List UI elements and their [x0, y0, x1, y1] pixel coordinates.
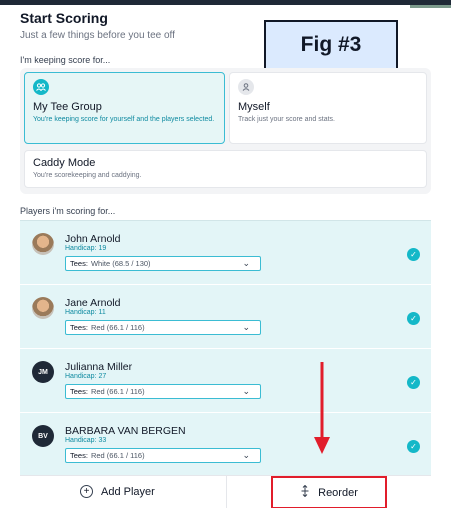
player-row[interactable]: Jane Arnold Handicap: 11 Tees: Red (66.1… — [20, 285, 431, 349]
page-subtitle: Just a few things before you tee off — [20, 30, 175, 41]
keeping-score-label: I'm keeping score for... — [20, 55, 111, 65]
player-name: Julianna Miller — [65, 361, 133, 373]
player-name: Jane Arnold — [65, 297, 121, 309]
mode-card-caddy-mode[interactable]: Caddy Mode You're scorekeeping and caddy… — [24, 150, 427, 188]
chevron-down-icon: ⌄ — [242, 258, 250, 268]
players-list: John Arnold Handicap: 19 Tees: White (68… — [20, 220, 431, 475]
player-handicap: Handicap: 19 — [65, 245, 107, 252]
player-row[interactable]: John Arnold Handicap: 19 Tees: White (68… — [20, 221, 431, 285]
player-handicap: Handicap: 33 — [65, 437, 107, 444]
check-icon[interactable]: ✓ — [407, 440, 420, 453]
tees-select[interactable]: Tees: Red (66.1 / 116) ⌄ — [65, 320, 261, 335]
tees-key: Tees: — [70, 323, 88, 332]
mode-title: Caddy Mode — [33, 157, 96, 169]
scoring-mode-panel: My Tee Group You're keeping score for yo… — [20, 68, 431, 194]
mode-card-my-tee-group[interactable]: My Tee Group You're keeping score for yo… — [24, 72, 225, 144]
reorder-button[interactable]: Reorder — [271, 476, 387, 508]
top-border — [0, 0, 451, 5]
player-name: John Arnold — [65, 233, 121, 245]
figure-annotation-label: Fig #3 — [264, 20, 398, 70]
chevron-down-icon: ⌄ — [242, 322, 250, 332]
plus-circle-icon: + — [80, 485, 93, 498]
avatar: BV — [32, 425, 54, 447]
add-player-label: Add Player — [101, 485, 155, 498]
page-title: Start Scoring — [20, 10, 108, 26]
tees-select[interactable]: Tees: White (68.5 / 130) ⌄ — [65, 256, 261, 271]
tees-value: Red (66.1 / 116) — [90, 387, 145, 396]
player-row[interactable]: JM Julianna Miller Handicap: 27 Tees: Re… — [20, 349, 431, 413]
person-icon — [238, 79, 254, 95]
mode-description: You're keeping score for yourself and th… — [33, 116, 215, 123]
player-handicap: Handicap: 27 — [65, 373, 107, 380]
tees-value: Red (66.1 / 116) — [90, 451, 145, 460]
tees-value: Red (66.1 / 116) — [90, 323, 145, 332]
tees-select[interactable]: Tees: Red (66.1 / 116) ⌄ — [65, 384, 261, 399]
bottom-action-bar: + Add Player Reorder — [20, 475, 431, 508]
check-icon[interactable]: ✓ — [407, 376, 420, 389]
players-label: Players i'm scoring for... — [20, 206, 116, 216]
mode-card-myself[interactable]: Myself Track just your score and stats. — [229, 72, 427, 144]
top-border-accent — [410, 5, 451, 8]
avatar: JM — [32, 361, 54, 383]
avatar — [32, 233, 54, 255]
player-name: BARBARA VAN BERGEN — [65, 425, 186, 437]
check-icon[interactable]: ✓ — [407, 312, 420, 325]
move-arrows-icon — [300, 484, 310, 500]
chevron-down-icon: ⌄ — [242, 450, 250, 460]
avatar — [32, 297, 54, 319]
mode-title: My Tee Group — [33, 101, 102, 113]
mode-description: Track just your score and stats. — [238, 116, 335, 123]
add-player-button[interactable]: + Add Player — [80, 485, 155, 498]
tees-key: Tees: — [70, 259, 88, 268]
mode-description: You're scorekeeping and caddying. — [33, 172, 142, 179]
divider — [226, 476, 227, 508]
tees-value: White (68.5 / 130) — [90, 259, 151, 268]
tees-key: Tees: — [70, 387, 88, 396]
annotation-arrow-icon — [314, 362, 330, 454]
tees-select[interactable]: Tees: Red (66.1 / 116) ⌄ — [65, 448, 261, 463]
chevron-down-icon: ⌄ — [242, 386, 250, 396]
check-icon[interactable]: ✓ — [407, 248, 420, 261]
mode-title: Myself — [238, 101, 270, 113]
tees-key: Tees: — [70, 451, 88, 460]
reorder-label: Reorder — [318, 486, 358, 499]
player-handicap: Handicap: 11 — [65, 309, 106, 316]
group-icon — [33, 79, 49, 95]
player-row[interactable]: BV BARBARA VAN BERGEN Handicap: 33 Tees:… — [20, 413, 431, 476]
